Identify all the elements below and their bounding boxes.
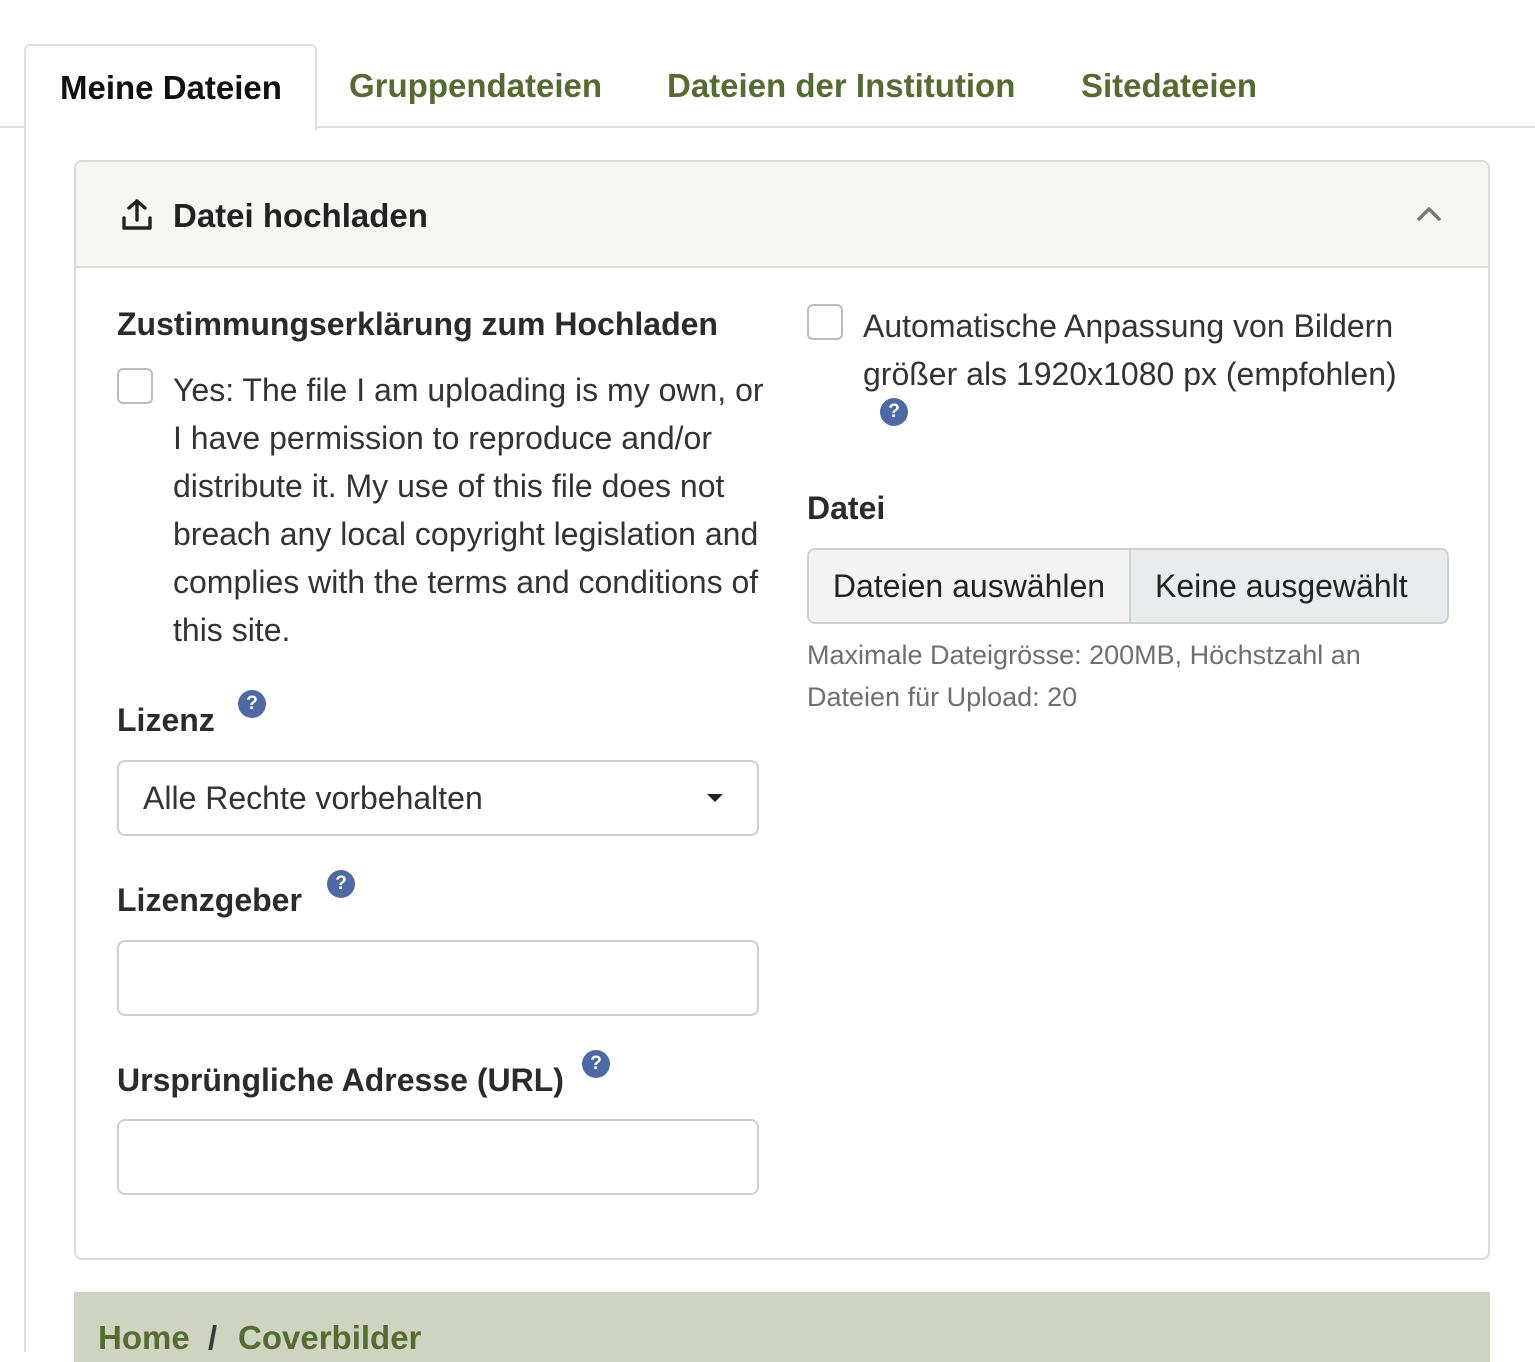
consent-checkbox[interactable] (117, 368, 153, 404)
license-select[interactable]: Alle Rechte vorbehalten (117, 760, 759, 836)
chevron-up-icon[interactable] (1416, 204, 1442, 224)
caret-down-icon (707, 794, 723, 802)
tab-my-files[interactable]: Meine Dateien (24, 44, 317, 130)
breadcrumb-separator: / (208, 1319, 218, 1356)
tab-group-files[interactable]: Gruppendateien (349, 44, 602, 128)
upload-panel-title: Datei hochladen (173, 197, 428, 234)
consent-label: Yes: The file I am uploading is my own, … (173, 372, 764, 648)
choose-files-button[interactable]: Dateien auswählen (809, 550, 1131, 622)
file-limits-hint: Maximale Dateigrösse: 200MB, Höchstzahl … (807, 640, 1361, 712)
original-url-label: Ursprüngliche Adresse (URL) (117, 1062, 564, 1098)
file-label: Datei (807, 490, 886, 526)
licensor-input[interactable] (117, 940, 759, 1016)
file-status: Keine ausgewählt (1155, 568, 1408, 604)
licensor-label: Lizenzgeber (117, 882, 302, 918)
licensor-help-icon[interactable]: ? (327, 870, 355, 898)
license-label: Lizenz (117, 702, 215, 738)
resize-images-checkbox[interactable] (807, 304, 843, 340)
breadcrumb-coverbilder[interactable]: Coverbilder (238, 1316, 421, 1360)
tab-pane-border (24, 128, 26, 1352)
resize-images-label: Automatische Anpassung von Bildern größe… (863, 308, 1397, 392)
file-input[interactable]: Dateien auswählen Keine ausgewählt (807, 548, 1449, 624)
breadcrumb-home[interactable]: Home (98, 1316, 190, 1360)
resize-help-icon[interactable]: ? (880, 398, 908, 426)
license-select-value: Alle Rechte vorbehalten (143, 780, 483, 816)
upload-panel: Datei hochladen Zustimmungserklärung zum… (74, 160, 1490, 1260)
original-url-help-icon[interactable]: ? (582, 1050, 610, 1078)
original-url-input[interactable] (117, 1119, 759, 1195)
tab-site-files[interactable]: Sitedateien (1081, 44, 1257, 128)
tab-institution-files[interactable]: Dateien der Institution (667, 44, 1015, 128)
file-tabs: Meine Dateien Gruppendateien Dateien der… (0, 44, 1535, 130)
upload-panel-header[interactable]: Datei hochladen (76, 162, 1488, 268)
license-help-icon[interactable]: ? (238, 690, 266, 718)
consent-heading: Zustimmungserklärung zum Hochladen (117, 306, 718, 342)
upload-icon (122, 199, 152, 230)
